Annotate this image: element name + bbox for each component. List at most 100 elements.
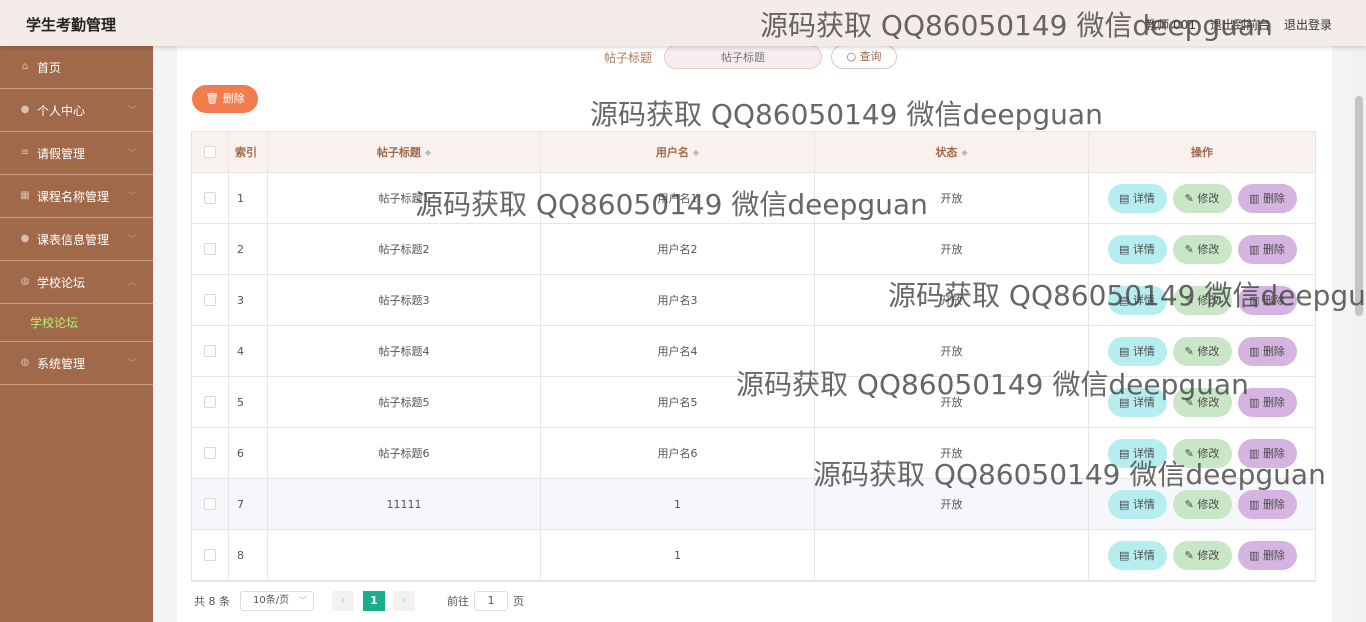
title-cell <box>268 530 541 580</box>
detail-button[interactable]: ▤ 详情 <box>1107 183 1167 213</box>
col-status[interactable]: 状态 ◆ <box>815 132 1089 172</box>
edit-button[interactable]: ✎ 修改 <box>1172 336 1232 366</box>
delete-button[interactable]: ▥ 删除 <box>1237 336 1297 366</box>
status-cell: 开放 <box>815 377 1089 427</box>
row-select-cell <box>192 530 229 580</box>
page-number-current[interactable]: 1 <box>363 591 385 611</box>
col-actions: 操作 <box>1191 146 1213 159</box>
detail-button[interactable]: ▤ 详情 <box>1107 540 1167 570</box>
col-user[interactable]: 用户名 ◆ <box>541 132 815 172</box>
row-checkbox[interactable] <box>204 294 216 306</box>
actions-cell: ▤ 详情 ✎ 修改 ▥ 删除 <box>1089 479 1315 529</box>
trash-icon: ▥ <box>1249 395 1263 409</box>
sort-icon: ◆ <box>961 147 968 157</box>
goto-page-input[interactable]: 1 <box>474 591 508 611</box>
document-icon: ▤ <box>1119 548 1133 562</box>
table-row: 2 帖子标题2 用户名2 开放 ▤ 详情 ✎ 修改 ▥ 删除 <box>192 224 1315 275</box>
title-cell: 帖子标题5 <box>268 377 541 427</box>
table-row: 7 11111 1 开放 ▤ 详情 ✎ 修改 ▥ 删除 <box>192 479 1315 530</box>
main-panel: 帖子标题 ○ 查询 🗑︎ 删除 索引 帖子标题◆ 用户名◆ 状态◆ 操作 1 帖子… <box>177 45 1332 622</box>
row-checkbox[interactable] <box>204 243 216 255</box>
row-checkbox[interactable] <box>204 396 216 408</box>
sidebar-item-system[interactable]: ◍ 系统管理 ﹀ <box>0 342 153 385</box>
row-select-cell <box>192 326 229 376</box>
index-cell: 7 <box>229 479 268 529</box>
edit-button[interactable]: ✎ 修改 <box>1172 540 1232 570</box>
detail-button[interactable]: ▤ 详情 <box>1107 438 1167 468</box>
search-input[interactable] <box>664 45 823 69</box>
col-title[interactable]: 帖子标题 ◆ <box>268 132 541 172</box>
row-checkbox[interactable] <box>204 447 216 459</box>
pencil-icon: ✎ <box>1184 191 1198 205</box>
row-checkbox[interactable] <box>204 549 216 561</box>
delete-button[interactable]: ▥ 删除 <box>1237 540 1297 570</box>
prev-page-button[interactable]: ‹ <box>332 591 354 611</box>
top-bar: 学生考勤管理 教师 001 退出到前台 退出登录 <box>0 0 1366 46</box>
logout-link[interactable]: 退出登录 <box>1284 16 1332 33</box>
back-to-front-link[interactable]: 退出到前台 <box>1210 16 1270 33</box>
title-cell: 11111 <box>268 479 541 529</box>
status-cell <box>815 530 1089 580</box>
row-select-cell <box>192 224 229 274</box>
user-icon: ● <box>20 104 30 115</box>
sidebar-item-leave[interactable]: ≡ 请假管理 ﹀ <box>0 132 153 175</box>
next-page-button[interactable]: › <box>393 591 415 611</box>
select-all-checkbox[interactable] <box>204 146 216 158</box>
delete-button[interactable]: ▥ 删除 <box>1237 387 1297 417</box>
trash-icon: 🗑︎ <box>205 92 220 105</box>
index-cell: 3 <box>229 275 268 325</box>
row-checkbox[interactable] <box>204 498 216 510</box>
sidebar-item-label: 课表信息管理 <box>37 232 110 247</box>
edit-button[interactable]: ✎ 修改 <box>1172 183 1232 213</box>
sidebar-subitem-forum[interactable]: 学校论坛 <box>0 304 153 342</box>
detail-button[interactable]: ▤ 详情 <box>1107 234 1167 264</box>
title-cell: 帖子标题6 <box>268 428 541 478</box>
index-cell: 8 <box>229 530 268 580</box>
actions-cell: ▤ 详情 ✎ 修改 ▥ 删除 <box>1089 275 1315 325</box>
status-cell: 开放 <box>815 428 1089 478</box>
delete-button[interactable]: ▥ 删除 <box>1237 438 1297 468</box>
edit-button[interactable]: ✎ 修改 <box>1172 234 1232 264</box>
query-button[interactable]: ○ 查询 <box>831 45 898 69</box>
title-cell: 帖子标题4 <box>268 326 541 376</box>
edit-button[interactable]: ✎ 修改 <box>1172 387 1232 417</box>
status-cell: 开放 <box>815 224 1089 274</box>
detail-button[interactable]: ▤ 详情 <box>1107 285 1167 315</box>
sidebar-item-label: 请假管理 <box>37 146 86 161</box>
sidebar-item-forum[interactable]: ◍ 学校论坛 ︿ <box>0 261 153 304</box>
row-checkbox[interactable] <box>204 192 216 204</box>
edit-button[interactable]: ✎ 修改 <box>1172 489 1232 519</box>
row-select-cell <box>192 428 229 478</box>
delete-button[interactable]: ▥ 删除 <box>1237 234 1297 264</box>
sidebar-item-schedule[interactable]: ● 课表信息管理 ﹀ <box>0 218 153 261</box>
search-icon: ○ <box>846 50 857 63</box>
delete-button[interactable]: ▥ 删除 <box>1237 489 1297 519</box>
page-size-select[interactable]: 10条/页 ﹀ <box>240 591 314 611</box>
search-bar: 帖子标题 ○ 查询 <box>604 45 898 69</box>
index-cell: 4 <box>229 326 268 376</box>
delete-button[interactable]: ▥ 删除 <box>1237 285 1297 315</box>
row-checkbox[interactable] <box>204 345 216 357</box>
page-scrollbar[interactable] <box>1352 46 1366 622</box>
sidebar-item-profile[interactable]: ● 个人中心 ﹀ <box>0 89 153 132</box>
delete-button[interactable]: ▥ 删除 <box>1237 183 1297 213</box>
detail-button[interactable]: ▤ 详情 <box>1107 489 1167 519</box>
sidebar-item-course[interactable]: ▦ 课程名称管理 ﹀ <box>0 175 153 218</box>
table-row: 1 帖子标题1 用户名1 开放 ▤ 详情 ✎ 修改 ▥ 删除 <box>192 173 1315 224</box>
col-index: 索引 <box>229 132 268 172</box>
user-cell: 1 <box>541 530 815 580</box>
user-cell: 用户名5 <box>541 377 815 427</box>
batch-delete-button[interactable]: 🗑︎ 删除 <box>192 85 258 113</box>
edit-button[interactable]: ✎ 修改 <box>1172 285 1232 315</box>
sidebar-item-home[interactable]: ⌂ 首页 <box>0 46 153 89</box>
row-select-cell <box>192 479 229 529</box>
chevron-down-icon: ﹀ <box>127 235 137 245</box>
scrollbar-thumb[interactable] <box>1355 96 1363 316</box>
detail-button[interactable]: ▤ 详情 <box>1107 387 1167 417</box>
edit-button[interactable]: ✎ 修改 <box>1172 438 1232 468</box>
detail-button[interactable]: ▤ 详情 <box>1107 336 1167 366</box>
status-cell: 开放 <box>815 275 1089 325</box>
table-row: 8 1 ▤ 详情 ✎ 修改 ▥ 删除 <box>192 530 1315 581</box>
sidebar-item-label: 学校论坛 <box>37 275 86 290</box>
chevron-down-icon: ﹀ <box>127 359 137 369</box>
